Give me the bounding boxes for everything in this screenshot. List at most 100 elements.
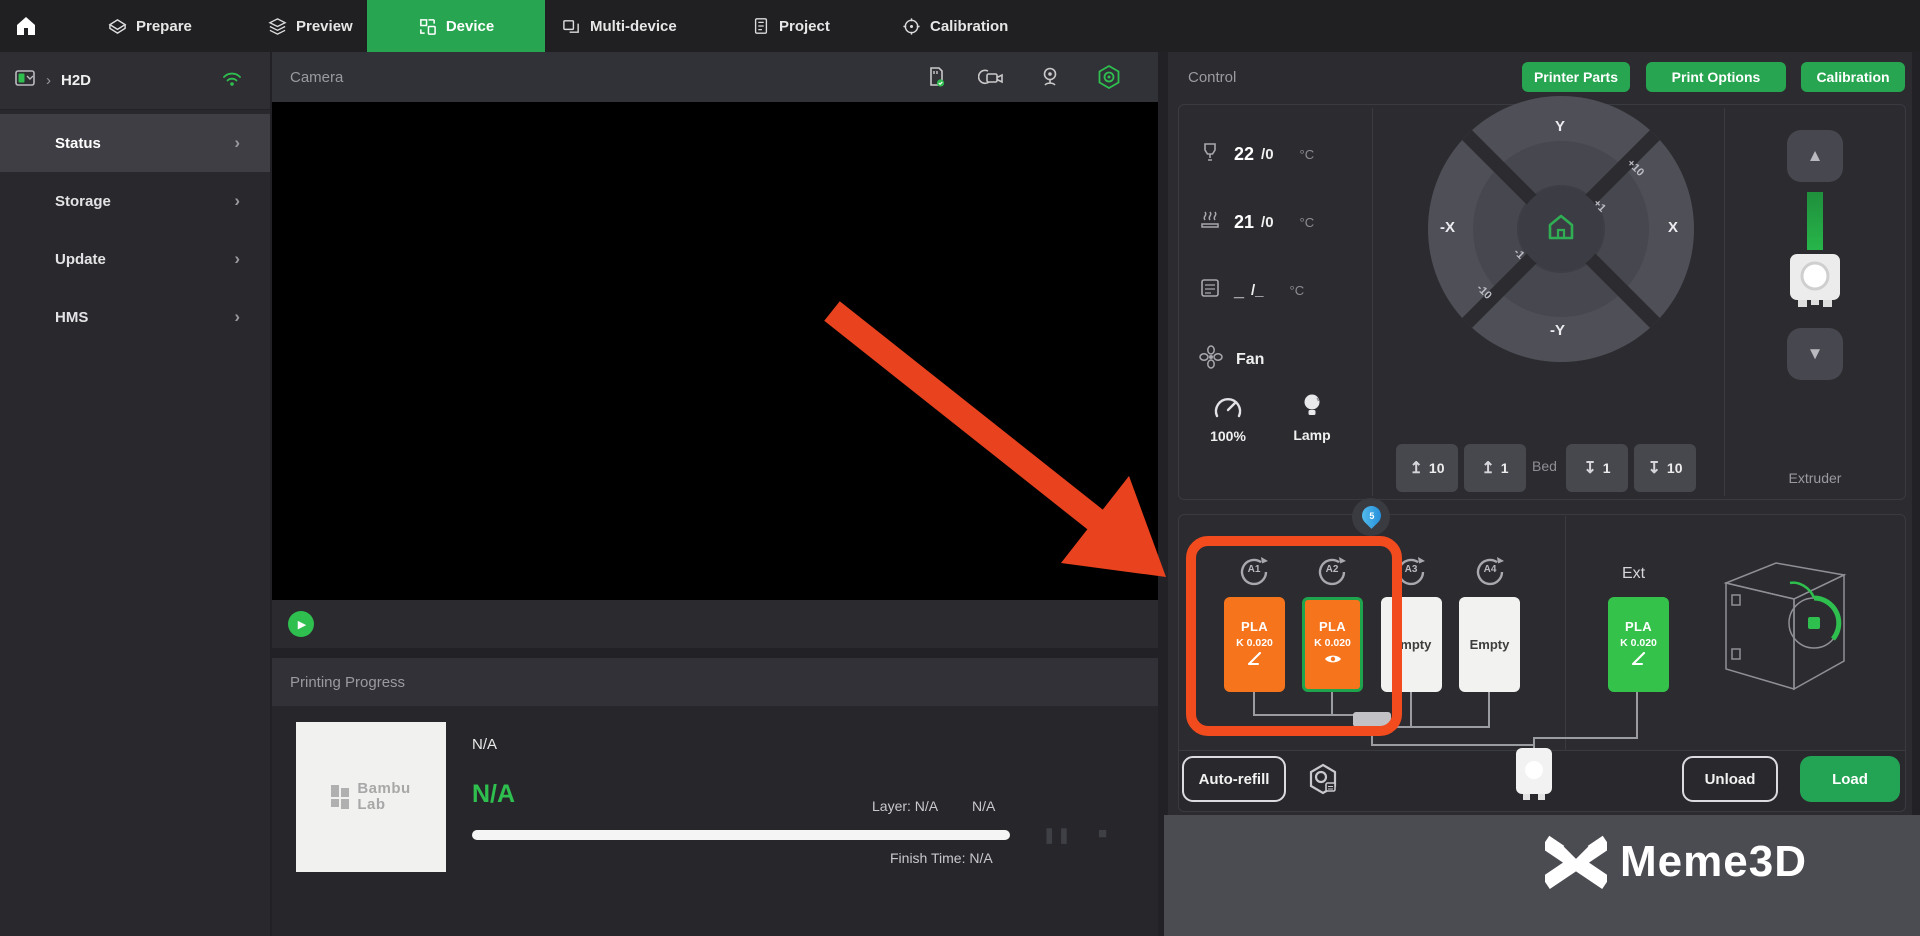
- ext-title: Ext: [1622, 565, 1645, 583]
- tab-preview[interactable]: Preview: [268, 0, 353, 52]
- control-title: Control: [1188, 69, 1236, 86]
- ams-slot-a3[interactable]: Empty: [1381, 597, 1442, 692]
- bed-up-1-button[interactable]: ↥ 1: [1464, 444, 1526, 492]
- tab-label: Preview: [296, 18, 353, 35]
- tab-multi-device[interactable]: Multi-device: [562, 0, 677, 52]
- progress-bar: [472, 830, 1010, 840]
- calibration-button[interactable]: Calibration: [1801, 62, 1905, 92]
- tab-project[interactable]: Project: [752, 0, 830, 52]
- slot-k-value: K 0.020: [1314, 637, 1351, 649]
- extruder-label: Extruder: [1724, 470, 1906, 486]
- sdcard-icon[interactable]: [924, 65, 948, 89]
- ams-slot-refresh-a2[interactable]: A2: [1315, 555, 1349, 589]
- jog-label-y-minus: -Y: [1550, 322, 1565, 339]
- filament-tube: [1253, 692, 1255, 716]
- nozzle-temp-unit: °C: [1300, 147, 1315, 162]
- lamp-label: Lamp: [1282, 427, 1342, 443]
- brand-line1: Bambu: [357, 780, 410, 797]
- tab-label: Project: [779, 18, 830, 35]
- edit-icon: [1247, 652, 1263, 671]
- divider: [1724, 108, 1725, 496]
- slot-id: A3: [1394, 564, 1428, 575]
- printer-parts-button[interactable]: Printer Parts: [1522, 62, 1630, 92]
- finish-time: Finish Time: N/A: [890, 850, 993, 866]
- bed-down-1-button[interactable]: ↧ 1: [1566, 444, 1628, 492]
- filament-tube: [1371, 726, 1373, 746]
- device-icon: [418, 17, 437, 36]
- chamber-temp-unit: °C: [1290, 283, 1305, 298]
- slot-material: PLA: [1625, 619, 1652, 634]
- print-thumbnail: BambuLab: [296, 722, 446, 872]
- preview-icon: [268, 17, 287, 36]
- home-button[interactable]: [14, 0, 38, 52]
- slot-empty-label: Empty: [1392, 637, 1432, 652]
- chevron-right-icon: ›: [234, 133, 240, 153]
- ams-slot-a4[interactable]: Empty: [1459, 597, 1520, 692]
- fan-label: Fan: [1236, 351, 1264, 369]
- arrow-down-from-bar-icon: ↧: [1583, 458, 1596, 478]
- toolhead-graphic: [1514, 744, 1554, 817]
- extruder-filament: [1807, 192, 1823, 250]
- chamber-icon: [1198, 276, 1222, 305]
- tab-calibration[interactable]: Calibration: [902, 0, 1008, 52]
- sidebar-item-label: Status: [55, 135, 101, 152]
- prepare-icon: [108, 17, 127, 36]
- printing-progress-title: Printing Progress: [290, 674, 405, 691]
- lamp-control[interactable]: Lamp: [1282, 392, 1342, 443]
- home-xy-button[interactable]: [1519, 187, 1603, 271]
- sidebar-item-status[interactable]: Status ›: [0, 114, 270, 172]
- camera-settings-icon[interactable]: [1096, 64, 1122, 90]
- speed-value: 100%: [1198, 428, 1258, 444]
- sidebar-item-update[interactable]: Update ›: [0, 230, 270, 288]
- print-options-button[interactable]: Print Options: [1646, 62, 1786, 92]
- sidebar-item-hms[interactable]: HMS ›: [0, 288, 270, 346]
- slot-id: A2: [1315, 564, 1349, 575]
- triangle-up-icon: ▲: [1807, 146, 1824, 166]
- sidebar-item-storage[interactable]: Storage ›: [0, 172, 270, 230]
- chamber-temp-row[interactable]: _ /_ °C: [1198, 276, 1304, 305]
- jog-pad[interactable]: Y X -X -Y +10 +1 -1 -10: [1428, 96, 1694, 362]
- multi-device-icon: [562, 17, 581, 36]
- camera-toolbar: ▶: [272, 600, 1158, 648]
- tab-label: Prepare: [136, 18, 192, 35]
- extruder-graphic: [1785, 250, 1845, 323]
- nozzle-temp-target: /0: [1261, 146, 1274, 163]
- printer-selector[interactable]: › H2D: [0, 52, 270, 110]
- ams-slot-refresh-a3[interactable]: A3: [1394, 555, 1428, 589]
- tab-device[interactable]: Device: [367, 0, 545, 52]
- tab-prepare[interactable]: Prepare: [108, 0, 192, 52]
- nozzle-icon: [1198, 140, 1222, 169]
- tab-label: Device: [446, 18, 494, 35]
- ams-slot-refresh-a4[interactable]: A4: [1473, 555, 1507, 589]
- extrude-down-button[interactable]: ▼: [1787, 328, 1843, 380]
- ams-settings-icon[interactable]: [1304, 760, 1342, 803]
- bed-up-10-button[interactable]: ↥ 10: [1396, 444, 1458, 492]
- unload-button[interactable]: Unload: [1682, 756, 1778, 802]
- load-button[interactable]: Load: [1800, 756, 1900, 802]
- bed-down-10-button[interactable]: ↧ 10: [1634, 444, 1696, 492]
- sidebar-item-label: HMS: [55, 309, 88, 326]
- bed-temp-row[interactable]: 21 /0 °C: [1198, 208, 1314, 237]
- ams-slot-a2[interactable]: PLA K 0.020: [1302, 597, 1363, 692]
- speed-control[interactable]: 100%: [1198, 394, 1258, 444]
- play-button[interactable]: ▶: [288, 611, 314, 637]
- stop-button[interactable]: ■: [1098, 825, 1107, 842]
- nozzle-temp-row[interactable]: 22 /0 °C: [1198, 140, 1314, 169]
- bed-icon: [1198, 208, 1222, 237]
- tab-label: Calibration: [930, 18, 1008, 35]
- slot-k-value: K 0.020: [1620, 637, 1657, 649]
- extrude-up-button[interactable]: ▲: [1787, 130, 1843, 182]
- auto-refill-button[interactable]: Auto-refill: [1182, 756, 1286, 802]
- ext-slot[interactable]: PLA K 0.020: [1608, 597, 1669, 692]
- printer-icon: [14, 67, 36, 94]
- pause-button[interactable]: ❚❚: [1043, 826, 1072, 844]
- recording-icon[interactable]: [978, 65, 1006, 89]
- bed-temp-unit: °C: [1300, 215, 1315, 230]
- ams-slot-refresh-a1[interactable]: A1: [1237, 555, 1271, 589]
- ams-slot-a1[interactable]: PLA K 0.020: [1224, 597, 1285, 692]
- fan-control[interactable]: Fan: [1198, 344, 1264, 375]
- bed-temp-value: 21: [1234, 212, 1254, 233]
- webcam-icon[interactable]: [1038, 65, 1062, 89]
- calibration-icon: [902, 17, 921, 36]
- camera-title: Camera: [290, 69, 343, 86]
